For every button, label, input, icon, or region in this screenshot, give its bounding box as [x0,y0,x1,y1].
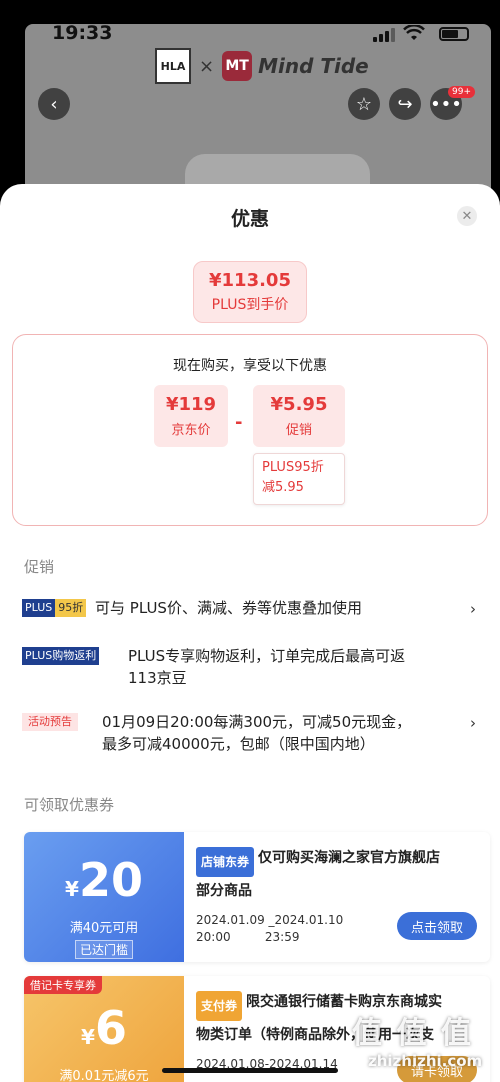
back-button[interactable]: ‹ [38,88,70,120]
coupon-desc-line1: 仅可购买海澜之家官方旗舰店 [258,850,441,866]
rebate-text-line1: PLUS专享购物返利，订单完成后最高可返 [128,647,406,665]
coupon-description: 店铺东券 仅可购买海澜之家官方旗舰店 部分商品 [196,844,482,905]
chevron-left-icon: ‹ [50,93,58,115]
coupon-desc-line2: 部分商品 [196,883,252,899]
rebate-tag: PLUS购物返利 [22,647,100,665]
coupon-amount-panel: ¥20 满40元可用 已达门槛 [24,832,184,962]
minus-sign: - [235,412,243,433]
promo-price-label: 促销 [285,423,312,438]
coupon-validity: 2024.01.09 _2024.01.10 20:00 23:59 [196,912,343,946]
share-icon: ↪ [397,93,413,115]
favorite-button[interactable]: ☆ [348,88,380,120]
final-price-box: ¥113.05 PLUS到手价 [193,261,307,323]
jd-price: ¥119 [165,394,217,415]
mind-tide-logo-icon: MT [222,51,253,81]
chevron-right-icon: › [470,714,476,732]
discount-sheet: 优惠 ✕ ¥113.05 PLUS到手价 现在购买，享受以下优惠 ¥119 京东… [0,184,500,1082]
coupon-type-tag: 支付券 [196,991,243,1021]
final-price-label: PLUS到手价 [211,297,289,313]
hla-logo: HLA [155,48,191,84]
signal-icon [373,28,395,42]
mind-tide-logo: MT Mind Tide [222,51,369,81]
coupon-condition: 满0.01元减6元 [59,1069,149,1082]
coupon-date-line1: 2024.01.09 _2024.01.10 [196,913,344,927]
wifi-icon [403,25,425,40]
rebate-text: PLUS专享购物返利，订单完成后最高可返 113京豆 [128,645,482,689]
breakdown-header: 现在购买，享受以下优惠 [173,358,327,374]
coupon-amount: ¥6 [81,1001,127,1055]
star-icon: ☆ [355,93,373,115]
promo-item-plus95[interactable]: PLUS 95折 可与 PLUS价、满减、券等优惠叠加使用 › [22,597,482,619]
brand-separator: × [199,55,215,77]
debit-card-ribbon: 借记卡专享券 [24,976,102,994]
promo-price-box: ¥5.95 促销 [253,385,345,447]
promo-item-preview[interactable]: 活动预告 01月09日20:00每满300元，可减50元现金， 最多可减4000… [22,711,482,755]
preview-text-line2: 最多可减40000元，包邮（限中国内地） [102,735,375,753]
promotions-section-title: 促销 [24,558,55,576]
plus-tag: PLUS [22,599,56,617]
share-button[interactable]: ↪ [389,88,421,120]
watermark: 值 值 值 [352,1016,473,1051]
preview-text: 01月09日20:00每满300元，可减50元现金， 最多可减40000元，包邮… [102,711,482,755]
coupon-amount: ¥20 [65,853,143,907]
watermark-site: zhizhizhi.com [368,1052,483,1070]
threshold-met-badge: 已达门槛 [74,940,133,959]
jd-price-box: ¥119 京东价 [154,385,228,447]
coupon-type-tag: 店铺东券 [196,847,255,877]
close-button[interactable]: ✕ [457,206,477,226]
coupon-condition: 满40元可用 [69,921,139,936]
promo-detail: PLUS95折 减5.95 [253,453,345,505]
battery-icon [439,27,469,41]
close-icon: ✕ [461,208,473,224]
home-indicator[interactable] [162,1068,338,1073]
discount-tag: 95折 [55,599,87,617]
sheet-title: 优惠 [230,208,269,230]
brand-header: HLA × MT Mind Tide [155,48,369,84]
jd-price-label: 京东价 [171,423,211,438]
promo-price: ¥5.95 [270,394,328,415]
promo-item-rebate: PLUS购物返利 PLUS专享购物返利，订单完成后最高可返 113京豆 [22,645,482,689]
coupons-section-title: 可领取优惠券 [24,796,115,814]
promo-item-text: 可与 PLUS价、满减、券等优惠叠加使用 [95,599,362,617]
coupon-date-line2: 20:00 23:59 [196,930,300,944]
preview-tag: 活动预告 [22,713,78,731]
brand-right-name: Mind Tide [258,54,369,78]
status-time: 19:33 [52,22,113,44]
price-breakdown: 现在购买，享受以下优惠 ¥119 京东价 - ¥5.95 促销 PLUS95折 … [12,334,488,526]
preview-text-line1: 01月09日20:00每满300元，可减50元现金， [102,713,412,731]
rebate-text-line2: 113京豆 [128,669,187,687]
claim-coupon-button[interactable]: 点击领取 [397,912,477,940]
chevron-right-icon: › [470,600,476,618]
promo-detail-line1: PLUS95折 [262,460,324,475]
promo-detail-line2: 减5.95 [262,480,304,495]
status-bar: 19:33 [25,22,491,46]
notification-badge: 99+ [448,86,475,98]
final-price: ¥113.05 [209,270,291,291]
coupon-card: ¥20 满40元可用 已达门槛 店铺东券 仅可购买海澜之家官方旗舰店 部分商品 2… [24,832,490,962]
